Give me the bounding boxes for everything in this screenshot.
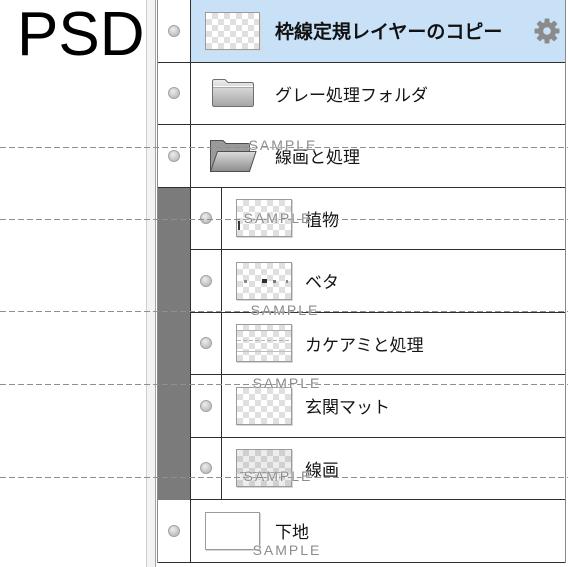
visibility-toggle[interactable] bbox=[191, 375, 222, 437]
layer-row-body[interactable]: 線画 bbox=[222, 438, 565, 500]
thumbnail-mark bbox=[237, 450, 291, 487]
layer-thumbnail bbox=[236, 199, 292, 238]
layer-row-lineart[interactable]: 線画 bbox=[158, 437, 565, 500]
layer-thumbnail bbox=[236, 449, 292, 488]
thumbnail-mark bbox=[286, 279, 288, 283]
layer-row-base[interactable]: 下地 bbox=[158, 500, 565, 563]
visibility-dot-icon[interactable] bbox=[200, 462, 212, 475]
layer-name: 線画と処理 bbox=[275, 148, 360, 169]
layer-name: 線画 bbox=[305, 460, 339, 481]
layer-row-entrance-mat[interactable]: 玄関マット bbox=[158, 375, 565, 438]
thumbnail-mark bbox=[240, 472, 285, 474]
thumbnail-mark bbox=[237, 330, 291, 332]
visibility-dot-icon[interactable] bbox=[168, 149, 180, 162]
folder-row-gray-processing[interactable]: グレー処理フォルダ bbox=[158, 62, 565, 125]
folder-indent-bar bbox=[158, 187, 191, 500]
visibility-dot-icon[interactable] bbox=[200, 337, 212, 350]
thumbnail-mark bbox=[244, 279, 247, 283]
layers-panel: 枠線定規レイヤーのコピー グレー処理フォルダ 線画と処理 植物 ベタ カケアミと… bbox=[157, 0, 566, 563]
visibility-dot-icon[interactable] bbox=[168, 87, 180, 100]
layer-name: ベタ bbox=[305, 273, 339, 294]
panel-divider bbox=[146, 0, 156, 567]
layer-thumbnail bbox=[236, 261, 292, 300]
layer-thumbnail bbox=[205, 11, 260, 50]
visibility-dot-icon[interactable] bbox=[200, 274, 212, 287]
layer-name: 植物 bbox=[305, 210, 339, 231]
visibility-toggle[interactable] bbox=[191, 437, 222, 499]
visibility-dot-icon[interactable] bbox=[200, 212, 212, 225]
visibility-toggle[interactable] bbox=[191, 187, 222, 249]
layer-name: 下地 bbox=[275, 523, 309, 544]
layer-row-hatching[interactable]: カケアミと処理 bbox=[158, 312, 565, 375]
layer-row-frame-ruler-copy[interactable]: 枠線定規レイヤーのコピー bbox=[158, 0, 565, 63]
layer-name: 玄関マット bbox=[305, 398, 390, 419]
visibility-toggle[interactable] bbox=[158, 500, 191, 562]
layer-name: カケアミと処理 bbox=[305, 335, 424, 356]
layer-name: グレー処理フォルダ bbox=[275, 85, 428, 106]
thumbnail-mark bbox=[237, 340, 291, 342]
folder-open-icon[interactable] bbox=[205, 136, 260, 176]
layer-row-body[interactable]: グレー処理フォルダ bbox=[191, 63, 565, 125]
layer-row-body[interactable]: カケアミと処理 bbox=[222, 313, 565, 375]
folder-closed-icon[interactable] bbox=[205, 73, 260, 113]
visibility-dot-icon[interactable] bbox=[200, 399, 212, 412]
visibility-toggle[interactable] bbox=[158, 0, 191, 62]
visibility-toggle[interactable] bbox=[191, 312, 222, 374]
thumbnail-mark bbox=[238, 221, 240, 231]
folder-row-lineart-and-processing[interactable]: 線画と処理 bbox=[158, 125, 565, 188]
thumbnail-mark bbox=[273, 279, 276, 283]
layer-thumbnail bbox=[236, 386, 292, 425]
layer-row-plants[interactable]: 植物 bbox=[158, 187, 565, 250]
layer-row-fill[interactable]: ベタ bbox=[158, 250, 565, 313]
layer-thumbnail bbox=[236, 324, 292, 363]
format-label: PSD bbox=[17, 0, 145, 69]
layer-thumbnail bbox=[205, 511, 260, 550]
thumbnail-mark bbox=[262, 278, 267, 283]
layer-row-body[interactable]: 植物 bbox=[222, 188, 565, 250]
layer-row-body[interactable]: ベタ bbox=[222, 250, 565, 312]
layer-row-body[interactable]: 玄関マット bbox=[222, 375, 565, 437]
layer-row-body[interactable]: 線画と処理 bbox=[191, 125, 565, 187]
layer-name: 枠線定規レイヤーのコピー bbox=[275, 21, 503, 44]
visibility-dot-icon[interactable] bbox=[168, 524, 180, 537]
visibility-toggle[interactable] bbox=[158, 62, 191, 124]
layer-row-body[interactable]: 下地 bbox=[191, 500, 565, 562]
layer-row-body[interactable]: 枠線定規レイヤーのコピー bbox=[191, 0, 565, 62]
visibility-toggle[interactable] bbox=[158, 125, 191, 187]
visibility-dot-icon[interactable] bbox=[168, 24, 180, 37]
gear-icon[interactable] bbox=[534, 18, 560, 44]
visibility-toggle[interactable] bbox=[191, 250, 222, 312]
thumbnail-mark bbox=[237, 351, 291, 353]
